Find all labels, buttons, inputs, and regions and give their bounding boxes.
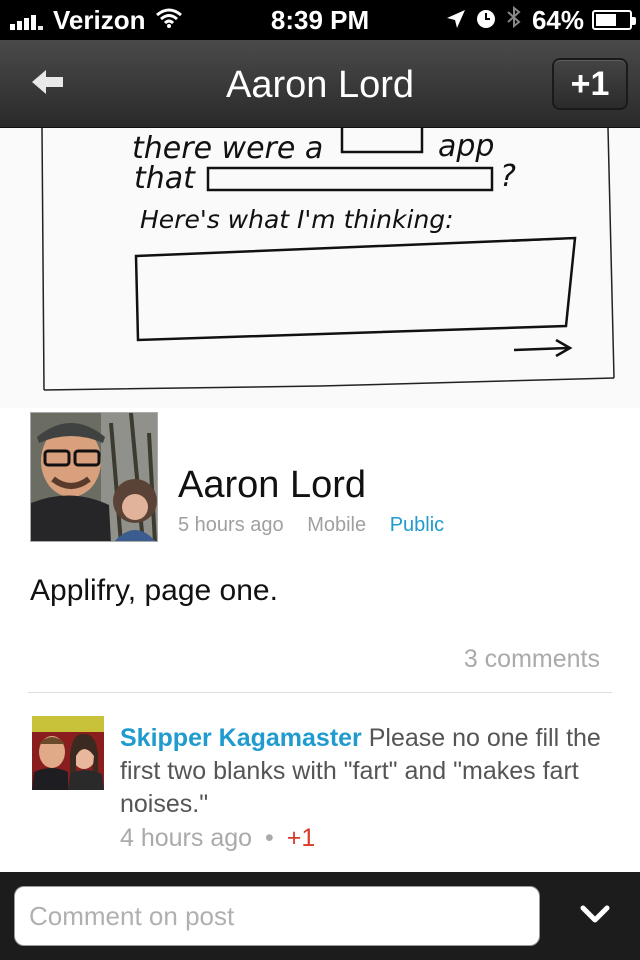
post-body: Applifry, page one.: [30, 574, 278, 607]
author-name[interactable]: Aaron Lord: [178, 464, 366, 507]
battery-fill: [596, 14, 617, 26]
post-meta: 5 hours ago Mobile Public: [178, 514, 462, 537]
comment-author[interactable]: Skipper Kagamaster: [120, 724, 362, 752]
plus-one-button[interactable]: +1: [552, 58, 628, 110]
comment-plus-one[interactable]: +1: [287, 824, 316, 852]
comment-input[interactable]: [14, 886, 540, 946]
collapse-button[interactable]: [572, 896, 618, 936]
post-image[interactable]: there were a app that ? Here's what I'm …: [0, 128, 640, 408]
visibility-link[interactable]: Public: [390, 514, 444, 536]
clock-icon: [476, 5, 496, 36]
sketch-line1-app: app: [438, 129, 494, 164]
comment-meta: 4 hours ago • +1: [120, 824, 315, 853]
chevron-down-icon: [580, 904, 610, 929]
back-button[interactable]: [18, 58, 78, 110]
battery-icon: [592, 10, 636, 30]
back-arrow-icon: [30, 68, 66, 101]
divider: [28, 692, 612, 693]
commenter-avatar[interactable]: [32, 716, 104, 790]
sketch-line3: Here's what I'm thinking:: [140, 205, 454, 234]
status-bar: Verizon 8:39 PM 64%: [0, 0, 640, 40]
comment-composer: [0, 872, 640, 960]
nav-title: Aaron Lord: [225, 64, 414, 106]
status-right: 64%: [446, 4, 636, 36]
sketch-line2-question: ?: [500, 159, 516, 194]
comment-item: Skipper Kagamaster Please no one fill th…: [0, 714, 640, 864]
meta-separator: •: [265, 824, 274, 852]
sketch-line2: that: [134, 161, 196, 196]
battery-percent: 64%: [531, 4, 584, 35]
location-arrow-icon: [446, 5, 466, 36]
comment-time: 4 hours ago: [120, 824, 253, 852]
post-source: Mobile: [307, 514, 367, 536]
author-avatar[interactable]: [30, 412, 158, 542]
comment-text: Skipper Kagamaster Please no one fill th…: [120, 722, 610, 821]
comment-count[interactable]: 3 comments: [464, 645, 600, 674]
nav-bar: Aaron Lord +1: [0, 40, 640, 128]
post-time: 5 hours ago: [178, 514, 284, 536]
bluetooth-icon: [506, 5, 522, 36]
